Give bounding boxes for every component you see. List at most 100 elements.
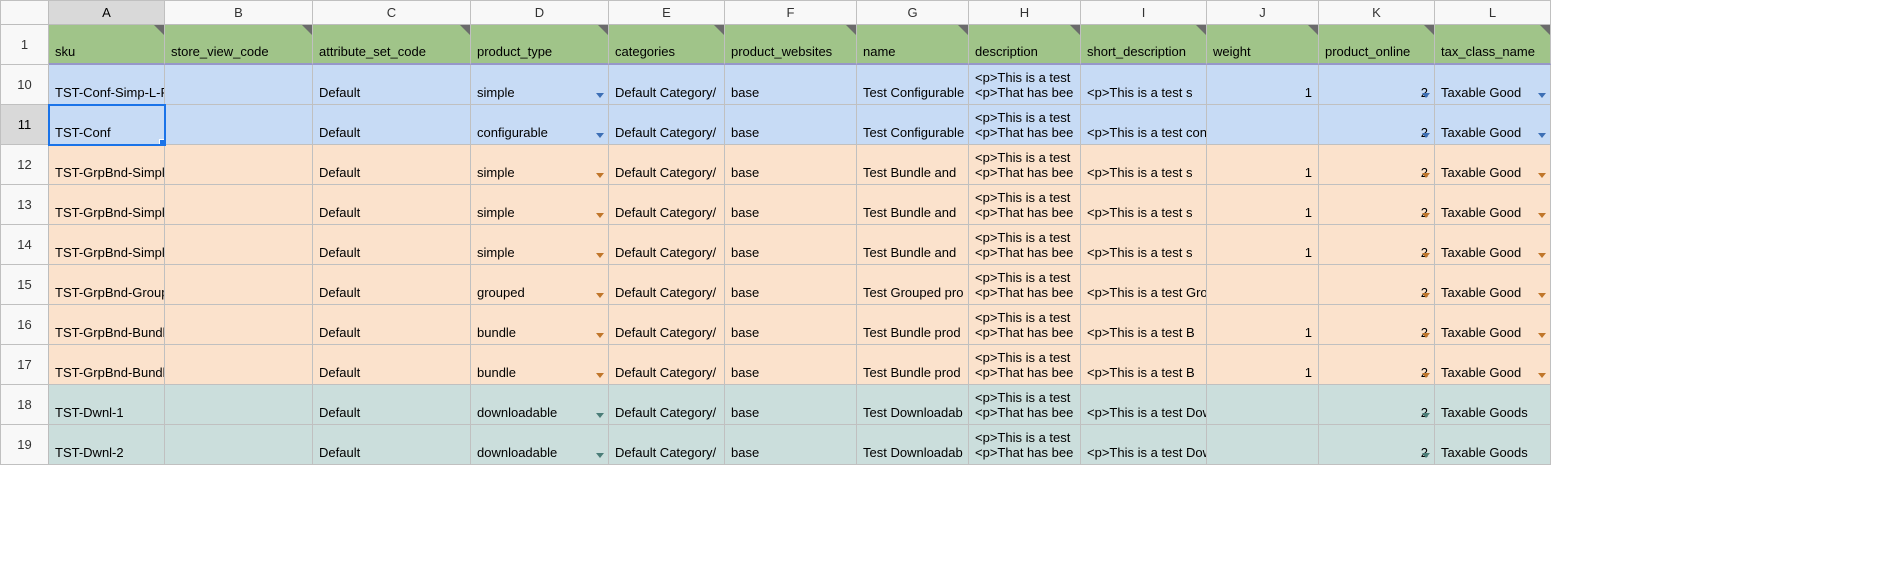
row-header[interactable]: 12 — [1, 145, 49, 185]
column-header[interactable]: E — [609, 1, 725, 25]
filter-icon[interactable] — [460, 25, 470, 35]
data-cell[interactable]: <p>This is a test Downloadable prod — [1081, 425, 1207, 465]
header-cell[interactable]: short_description — [1081, 25, 1207, 65]
data-cell[interactable]: Default Category/ — [609, 385, 725, 425]
data-cell[interactable]: TST-GrpBnd-Grouped — [49, 265, 165, 305]
data-cell[interactable] — [165, 425, 313, 465]
row-header[interactable]: 11 — [1, 105, 49, 145]
data-cell[interactable]: Default Category/ — [609, 225, 725, 265]
data-cell[interactable]: TST-GrpBnd-Bundle-FixedPrice — [49, 345, 165, 385]
column-header[interactable]: D — [471, 1, 609, 25]
filter-icon[interactable] — [1070, 25, 1080, 35]
data-cell[interactable]: base — [725, 425, 857, 465]
data-cell[interactable]: Test Bundle prod — [857, 345, 969, 385]
header-cell[interactable]: product_online — [1319, 25, 1435, 65]
data-cell[interactable]: base — [725, 105, 857, 145]
data-cell[interactable]: Test Bundle and — [857, 145, 969, 185]
data-cell[interactable]: Test Downloadab — [857, 425, 969, 465]
chevron-down-icon[interactable] — [1422, 373, 1430, 378]
chevron-down-icon[interactable] — [1422, 333, 1430, 338]
data-cell[interactable]: Taxable Good — [1435, 145, 1551, 185]
data-cell[interactable]: bundle — [471, 345, 609, 385]
row-header[interactable]: 14 — [1, 225, 49, 265]
row-header[interactable]: 19 — [1, 425, 49, 465]
data-cell[interactable] — [1207, 385, 1319, 425]
chevron-down-icon[interactable] — [1538, 133, 1546, 138]
data-cell[interactable]: Taxable Good — [1435, 265, 1551, 305]
chevron-down-icon[interactable] — [596, 253, 604, 258]
data-cell[interactable]: base — [725, 265, 857, 305]
data-cell[interactable]: 1 — [1207, 145, 1319, 185]
header-cell[interactable]: product_type — [471, 25, 609, 65]
row-header[interactable]: 18 — [1, 385, 49, 425]
data-cell[interactable]: Default Category/ — [609, 345, 725, 385]
data-cell[interactable]: base — [725, 305, 857, 345]
chevron-down-icon[interactable] — [1538, 213, 1546, 218]
data-cell[interactable]: TST-GrpBnd-Bundle-DynamicPrice — [49, 305, 165, 345]
row-header[interactable]: 17 — [1, 345, 49, 385]
header-cell[interactable]: description — [969, 25, 1081, 65]
header-cell[interactable]: attribute_set_code — [313, 25, 471, 65]
data-cell[interactable]: <p>This is a test s — [1081, 225, 1207, 265]
data-cell[interactable] — [165, 105, 313, 145]
column-header[interactable]: A — [49, 1, 165, 25]
data-cell[interactable]: <p>This is a test<p>That has bee — [969, 65, 1081, 105]
data-cell[interactable]: grouped — [471, 265, 609, 305]
data-cell[interactable]: <p>This is a test s — [1081, 65, 1207, 105]
data-cell[interactable]: TST-GrpBnd-Simple-3 — [49, 225, 165, 265]
header-cell[interactable]: tax_class_name — [1435, 25, 1551, 65]
row-header[interactable]: 1 — [1, 25, 49, 65]
data-cell[interactable]: 1 — [1207, 225, 1319, 265]
data-cell[interactable]: base — [725, 145, 857, 185]
data-cell[interactable]: <p>This is a test<p>That has bee — [969, 385, 1081, 425]
data-cell[interactable]: Test Downloadab — [857, 385, 969, 425]
chevron-down-icon[interactable] — [1422, 173, 1430, 178]
data-cell[interactable]: Default — [313, 105, 471, 145]
data-cell[interactable]: Default — [313, 425, 471, 465]
row-header[interactable]: 16 — [1, 305, 49, 345]
data-cell[interactable]: base — [725, 185, 857, 225]
data-cell[interactable]: 2 — [1319, 385, 1435, 425]
data-cell[interactable]: <p>This is a test configurable produc — [1081, 105, 1207, 145]
data-cell[interactable]: <p>This is a test B — [1081, 345, 1207, 385]
data-cell[interactable]: Test Grouped pro — [857, 265, 969, 305]
chevron-down-icon[interactable] — [1422, 293, 1430, 298]
data-cell[interactable]: Default Category/ — [609, 145, 725, 185]
column-header[interactable]: C — [313, 1, 471, 25]
data-cell[interactable]: Default Category/ — [609, 265, 725, 305]
data-cell[interactable]: Default Category/ — [609, 65, 725, 105]
data-cell[interactable]: Taxable Good — [1435, 225, 1551, 265]
chevron-down-icon[interactable] — [1538, 293, 1546, 298]
data-cell[interactable]: 2 — [1319, 345, 1435, 385]
data-cell[interactable]: 2 — [1319, 145, 1435, 185]
chevron-down-icon[interactable] — [1538, 333, 1546, 338]
data-cell[interactable]: <p>This is a test<p>That has bee — [969, 345, 1081, 385]
row-header[interactable]: 13 — [1, 185, 49, 225]
data-cell[interactable]: Taxable Good — [1435, 345, 1551, 385]
chevron-down-icon[interactable] — [596, 373, 604, 378]
data-cell[interactable] — [1207, 265, 1319, 305]
chevron-down-icon[interactable] — [596, 173, 604, 178]
data-cell[interactable]: 1 — [1207, 305, 1319, 345]
data-cell[interactable] — [165, 305, 313, 345]
header-cell[interactable]: product_websites — [725, 25, 857, 65]
filter-icon[interactable] — [846, 25, 856, 35]
column-header[interactable]: H — [969, 1, 1081, 25]
data-cell[interactable]: 2 — [1319, 305, 1435, 345]
data-cell[interactable]: configurable — [471, 105, 609, 145]
data-cell[interactable]: Taxable Good — [1435, 305, 1551, 345]
chevron-down-icon[interactable] — [596, 413, 604, 418]
chevron-down-icon[interactable] — [1422, 213, 1430, 218]
data-cell[interactable]: 2 — [1319, 265, 1435, 305]
filter-icon[interactable] — [302, 25, 312, 35]
data-cell[interactable] — [165, 225, 313, 265]
data-cell[interactable]: Default — [313, 225, 471, 265]
data-cell[interactable] — [165, 185, 313, 225]
data-cell[interactable]: Default — [313, 145, 471, 185]
data-cell[interactable]: 1 — [1207, 65, 1319, 105]
filter-icon[interactable] — [598, 25, 608, 35]
data-cell[interactable]: Default — [313, 345, 471, 385]
select-all-corner[interactable] — [1, 1, 49, 25]
data-cell[interactable]: <p>This is a test Downloadable prod — [1081, 385, 1207, 425]
data-cell[interactable]: <p>This is a test<p>That has bee — [969, 225, 1081, 265]
